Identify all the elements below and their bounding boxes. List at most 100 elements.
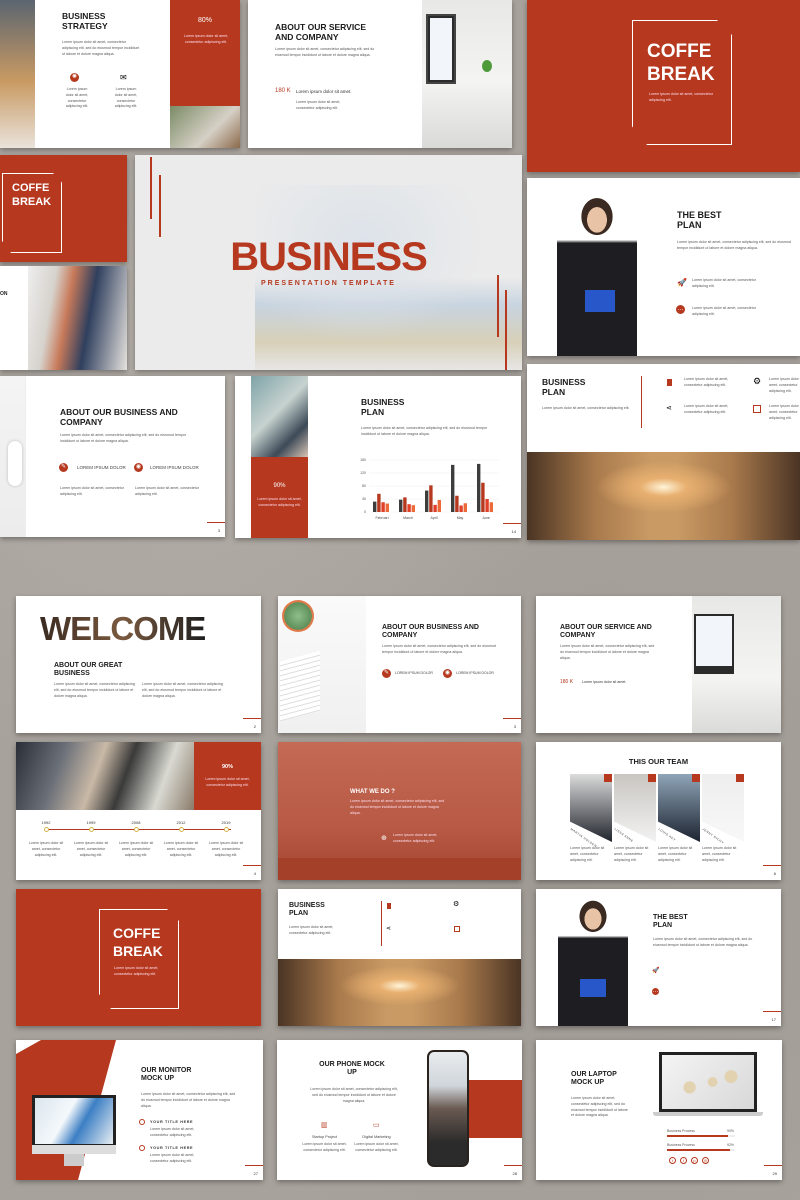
- body-text: Lorem ipsum dolor sit amet, consectetur …: [653, 937, 753, 947]
- laptop-mockup: [653, 1052, 763, 1122]
- monitor-mockup: [32, 1095, 132, 1167]
- slide-about-business-2[interactable]: ABOUT OUR BUSINESS AND COMPANY Lorem ips…: [278, 596, 521, 733]
- slide-title: ABOUT OUR SERVICE AND COMPANY: [275, 22, 366, 42]
- slide-title: BUSINESS PLAN: [361, 397, 405, 417]
- page-number: 17: [771, 1017, 776, 1022]
- item-title: YOUR TITLE HERE: [150, 1120, 194, 1124]
- rocket-icon: 🚀: [652, 968, 660, 974]
- body-text: Lorem ipsum dolor sit amet, consectetur …: [73, 841, 109, 857]
- slide-title: ABOUT OUR BUSINESS AND COMPANY: [60, 407, 178, 427]
- slide-monitor-mockup[interactable]: OUR MONITOR MOCK UP Lorem ipsum dolor si…: [16, 1040, 263, 1180]
- body-text: Lorem ipsum dolor sit amet, consectetur …: [310, 1087, 398, 1103]
- body-text: Lorem ipsum dolor sit amet, consectetur …: [150, 1153, 195, 1163]
- body-text: Lorem ipsum dolor sit amet, consectetur …: [570, 846, 605, 862]
- warehouse-photo: [278, 959, 521, 1026]
- slide-welcome[interactable]: WELCOME ABOUT OUR GREAT BUSINESS Lorem i…: [16, 596, 261, 733]
- grid-icon: [753, 405, 761, 413]
- bar: [425, 490, 429, 512]
- slide-about-service-2[interactable]: ABOUT OUR SERVICE AND COMPANY Lorem ipsu…: [536, 596, 781, 733]
- bar: [437, 499, 441, 512]
- slide-business-plan-chart[interactable]: 90% Lorem ipsum dolor sit amet, consecte…: [235, 376, 521, 538]
- slide-best-plan[interactable]: THE BEST PLAN Lorem ipsum dolor sit amet…: [527, 178, 800, 356]
- divider: [763, 1011, 781, 1012]
- slide-about-business[interactable]: ABOUT OUR BUSINESS AND COMPANY Lorem ips…: [0, 376, 225, 537]
- page-number: 14: [511, 529, 516, 534]
- x-tick-label: Februari: [375, 516, 388, 520]
- slide-laptop-mockup[interactable]: OUR LAPTOP MOCK UP Lorem ipsum dolor sit…: [536, 1040, 782, 1180]
- bar: [429, 485, 433, 512]
- instagram-icon[interactable]: ◎: [702, 1157, 709, 1164]
- slide-what-we-do[interactable]: WHAT WE DO ? Lorem ipsum dolor sit amet,…: [278, 742, 521, 880]
- slide-timeline[interactable]: 90% Lorem ipsum dolor sit amet, consecte…: [16, 742, 261, 880]
- slide-phone-mockup[interactable]: OUR PHONE MOCK UP Lorem ipsum dolor sit …: [277, 1040, 522, 1180]
- body-text: Lorem ipsum dolor sit amet, consectetur …: [769, 404, 800, 420]
- divider: [503, 523, 521, 524]
- body-text: Lorem ipsum dolor sit amet, consectetur …: [208, 841, 244, 857]
- handshake-photo: [251, 376, 308, 457]
- bar: [433, 504, 437, 512]
- bottom-band: [278, 858, 521, 880]
- y-tick-label: 80: [362, 484, 366, 488]
- bar: [481, 482, 485, 512]
- slide-team[interactable]: THIS OUR TEAM MARTIN HOLDEN Lorem ipsum …: [536, 742, 781, 880]
- bar: [403, 497, 407, 512]
- divider: [245, 1165, 263, 1166]
- page-number: 28: [512, 1171, 517, 1176]
- slide-best-plan-2[interactable]: THE BEST PLAN Lorem ipsum dolor sit amet…: [536, 889, 781, 1026]
- number-icon: [139, 1119, 145, 1125]
- number-icon: [139, 1145, 145, 1151]
- phone-mockup: [427, 1050, 469, 1167]
- timeline-year: 2012: [176, 820, 186, 825]
- accent-line: [159, 175, 161, 237]
- businesswoman-photo: [558, 897, 628, 1026]
- slide-coffee-break-3[interactable]: COFFE BREAK Lorem ipsum dolor sit amet, …: [16, 889, 261, 1026]
- slide-cover[interactable]: BUSINESS PRESENTATION TEMPLATE: [135, 155, 522, 370]
- page-number: 3: [217, 528, 220, 533]
- slide-business-plan[interactable]: BUSINESS PLAN Lorem ipsum dolor sit amet…: [527, 364, 800, 540]
- timeline-dot: [224, 827, 229, 832]
- body-text: Lorem ipsum dolor sit amet, consectetur …: [275, 47, 375, 57]
- body-text: Lorem ipsum dolor sit amet, consectetur …: [28, 841, 64, 857]
- stat-value: 90%: [273, 483, 286, 489]
- slide-business-strategy[interactable]: BUSINESS STRATEGY Lorem ipsum dolor sit …: [0, 0, 240, 148]
- body-text: Lorem ipsum dolor sit amet, consectetur …: [560, 644, 655, 660]
- timeline-dot: [179, 827, 184, 832]
- divider: [381, 901, 382, 946]
- twitter-icon[interactable]: t: [669, 1157, 676, 1164]
- title-coffe: COFFE: [12, 182, 50, 194]
- facebook-icon[interactable]: f: [680, 1157, 687, 1164]
- body-text: Lorem ipsum dolor sit amet, consectetur …: [692, 306, 756, 316]
- slide-partial-team[interactable]: ON: [0, 266, 127, 370]
- pinterest-icon[interactable]: p: [691, 1157, 698, 1164]
- page-number: 27: [253, 1171, 258, 1176]
- slide-coffee-break[interactable]: COFFE BREAK Lorem ipsum dolor sit amet, …: [527, 0, 800, 172]
- pin-icon: ✎: [382, 669, 391, 678]
- slide-business-plan-2[interactable]: BUSINESS PLAN Lorem ipsum dolor sit amet…: [278, 889, 521, 1026]
- body-text: Lorem ipsum dolor sit amet, consectetur …: [614, 846, 649, 862]
- feature-label: LOREM IPSUM DOLOR: [150, 465, 199, 470]
- slide-about-service[interactable]: ABOUT OUR SERVICE AND COMPANY Lorem ipsu…: [248, 0, 512, 148]
- slide-title: ABOUT OUR BUSINESS AND COMPANY: [382, 624, 479, 640]
- body-text: Lorem ipsum dolor sit amet, consectetur …: [65, 87, 89, 109]
- body-text: Lorem ipsum dolor sit amet, consectetur …: [702, 846, 737, 862]
- y-tick-label: 40: [362, 497, 366, 501]
- grid-icon: [454, 926, 460, 932]
- divider: [641, 376, 642, 428]
- slide-title: BUSINESS STRATEGY: [62, 11, 108, 31]
- share-icon: ⋖: [666, 405, 672, 412]
- bar: [477, 463, 481, 512]
- title-coffe: COFFE: [647, 41, 712, 62]
- progress-value: 92%: [727, 1143, 735, 1147]
- body-text: Lorem ipsum dolor sit amet, consectetur …: [118, 841, 154, 857]
- body-text: Lorem ipsum dolor sit amet, consectetur …: [677, 240, 791, 250]
- stat-panel: 80% Lorem ipsum dolor sit amet, consecte…: [170, 0, 240, 106]
- slide-coffee-break-small[interactable]: COFFE BREAK: [0, 155, 127, 262]
- timeline-dot: [134, 827, 139, 832]
- team-badge-icon: [736, 774, 744, 782]
- businesswoman-photo: [557, 190, 637, 356]
- title-break: BREAK: [647, 64, 715, 85]
- divider: [503, 718, 521, 719]
- body-text: Lorem ipsum dolor sit amet, consectetur …: [135, 486, 199, 496]
- slide-title: BUSINESS PLAN: [289, 902, 325, 918]
- gear-icon: ⚙: [453, 901, 460, 908]
